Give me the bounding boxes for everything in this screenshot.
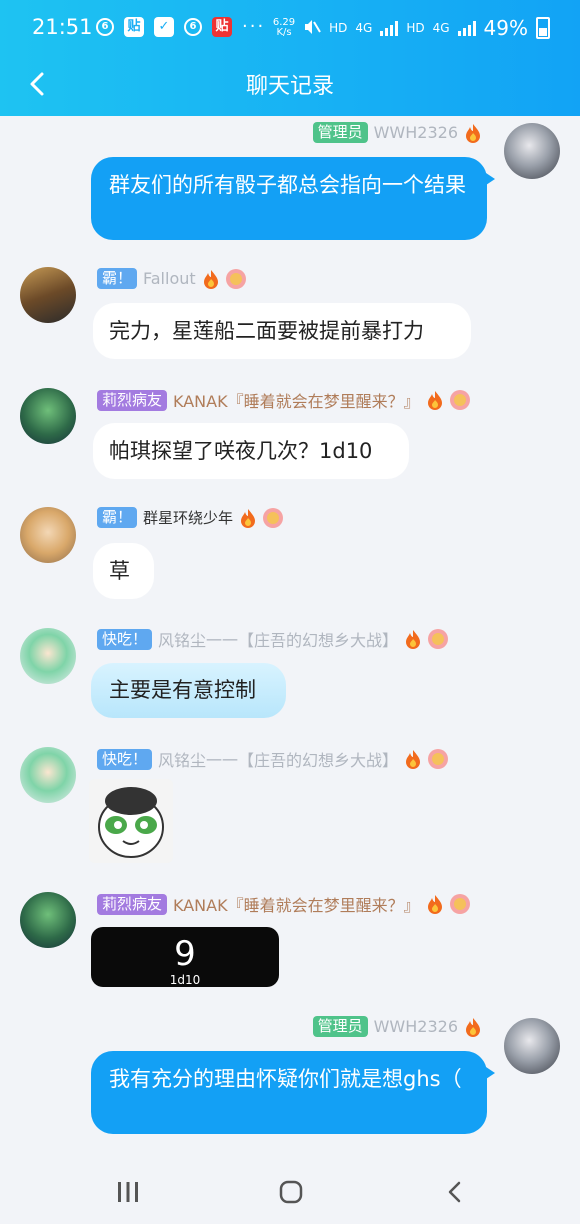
- role-badge: 霸！: [97, 507, 138, 528]
- hd-label: HD: [329, 21, 348, 35]
- avatar[interactable]: [20, 747, 76, 803]
- sender-name[interactable]: WWH2326: [374, 1017, 458, 1036]
- recent-apps-button[interactable]: [111, 1175, 145, 1209]
- fire-icon: [406, 750, 421, 769]
- message-bubble[interactable]: 我有充分的理由怀疑你们就是想ghs（: [91, 1051, 495, 1134]
- message-header: 莉烈病友 KANAK『睡着就会在梦里醒来？』: [97, 388, 470, 412]
- hd-label-2: HD: [406, 21, 425, 35]
- page-title: 聊天记录: [245, 74, 334, 99]
- header-bar: 21:51 6 贴 ✓ 6 贴 ··· 6.29 K/s HD 4G HD 4G…: [0, 0, 580, 116]
- signal-icon-2: [457, 20, 476, 36]
- sender-name[interactable]: 风铭尘一一【庄吾的幻想乡大战】: [158, 627, 398, 651]
- network-speed: 6.29 K/s: [272, 17, 296, 38]
- avatar[interactable]: [20, 628, 76, 684]
- message-header: 霸！ 群星环绕少年: [97, 507, 284, 528]
- baidu-icon: 6: [184, 17, 202, 36]
- home-icon: [279, 1180, 303, 1204]
- dice-result-card[interactable]: 9 1d10: [91, 927, 279, 987]
- avatar[interactable]: [20, 892, 76, 948]
- role-badge: 管理员: [312, 122, 368, 143]
- role-badge: 莉烈病友: [97, 893, 168, 915]
- avatar[interactable]: [504, 1018, 560, 1074]
- message-header: 莉烈病友 KANAK『睡着就会在梦里醒来？』: [97, 892, 470, 916]
- message-bubble[interactable]: 完力，星莲船二面要被提前暴打力: [93, 303, 471, 359]
- fire-icon: [241, 508, 256, 528]
- signal-icon: [380, 20, 399, 36]
- recent-apps-icon: [118, 1182, 138, 1202]
- sender-name[interactable]: 风铭尘一一【庄吾的幻想乡大战】: [158, 747, 398, 771]
- role-badge: 霸！: [97, 268, 138, 289]
- sender-name[interactable]: KANAK『睡着就会在梦里醒来？』: [173, 388, 420, 412]
- fire-icon: [427, 391, 442, 410]
- medal-icon: [263, 507, 284, 528]
- battery-icon: [536, 17, 550, 39]
- baidu-icon: 6: [96, 17, 114, 36]
- message-header: 管理员 WWH2326: [312, 122, 482, 143]
- home-button[interactable]: [274, 1175, 308, 1209]
- status-bar: 21:51 6 贴 ✓ 6 贴 ··· 6.29 K/s HD 4G HD 4G…: [0, 0, 580, 56]
- more-notifications-icon: ···: [242, 16, 266, 37]
- back-icon: [448, 1181, 461, 1203]
- avatar[interactable]: [20, 507, 76, 563]
- message-header: 快吃！ 风铭尘一一【庄吾的幻想乡大战】: [97, 747, 449, 771]
- medal-icon: [428, 749, 449, 769]
- fire-icon: [406, 630, 421, 649]
- tieba-icon: 贴: [124, 16, 144, 37]
- network-type-label-2: 4G: [432, 21, 450, 35]
- role-badge: 莉烈病友: [97, 389, 168, 411]
- fire-icon: [203, 269, 218, 289]
- message-bubble[interactable]: 草: [93, 543, 154, 599]
- sender-name[interactable]: Fallout: [143, 269, 196, 288]
- tieba-red-icon: 贴: [212, 16, 232, 37]
- medal-icon: [449, 390, 470, 410]
- system-nav-bar: [0, 1157, 580, 1224]
- nav-bar: 聊天记录: [0, 56, 580, 116]
- status-right: 6.29 K/s HD 4G HD 4G 49%: [273, 16, 550, 40]
- check-icon: ✓: [154, 16, 174, 37]
- fire-icon: [427, 895, 442, 914]
- message-bubble[interactable]: 主要是有意控制: [91, 663, 286, 718]
- status-time: 21:51: [32, 15, 93, 39]
- role-badge: 快吃！: [97, 628, 153, 650]
- dice-label: 1d10: [169, 973, 201, 987]
- battery-percent: 49%: [483, 16, 528, 40]
- message-header: 快吃！ 风铭尘一一【庄吾的幻想乡大战】: [97, 627, 449, 651]
- medal-icon: [449, 894, 470, 914]
- fire-icon: [466, 1017, 480, 1037]
- fire-icon: [466, 123, 480, 143]
- system-back-button[interactable]: [438, 1175, 472, 1209]
- message-header: 霸！ Fallout: [97, 268, 246, 289]
- role-badge: 管理员: [312, 1016, 368, 1037]
- mute-icon: [303, 18, 321, 39]
- medal-icon: [428, 629, 449, 649]
- medal-icon: [225, 268, 246, 289]
- panda-face-icon: [89, 779, 173, 863]
- avatar[interactable]: [20, 388, 76, 444]
- message-bubble[interactable]: 群友们的所有骰子都总会指向一个结果: [91, 157, 495, 240]
- sender-name[interactable]: WWH2326: [374, 123, 458, 142]
- network-type-label: 4G: [355, 21, 373, 35]
- message-bubble[interactable]: 帕琪探望了咲夜几次？1d10: [93, 423, 409, 479]
- dice-value: 9: [174, 934, 196, 974]
- panda-face-sticker[interactable]: [89, 779, 173, 863]
- role-badge: 快吃！: [97, 748, 153, 770]
- message-header: 管理员 WWH2326: [312, 1016, 482, 1037]
- avatar[interactable]: [504, 123, 560, 179]
- avatar[interactable]: [20, 267, 76, 323]
- sender-name[interactable]: 群星环绕少年: [143, 507, 233, 528]
- sender-name[interactable]: KANAK『睡着就会在梦里醒来？』: [173, 892, 420, 916]
- notification-icons: 6 贴 ✓ 6 贴 ···: [96, 16, 265, 37]
